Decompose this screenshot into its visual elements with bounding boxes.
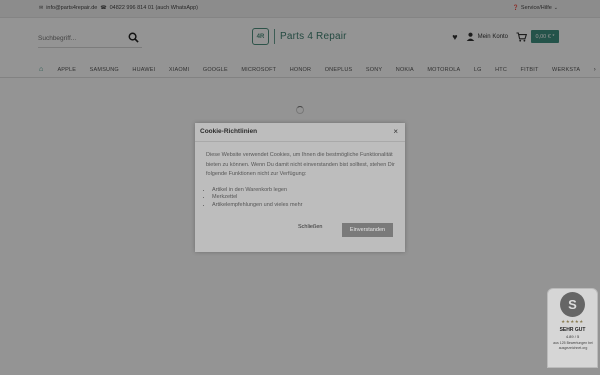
cookie-dialog-text: Diese Website verwendet Cookies, um Ihne… [206,152,395,177]
cookie-feature-item: Artikelempfehlungen und vieles mehr [212,202,396,210]
trust-badge[interactable]: S ★★★★★ SEHR GUT 4.89 / 5 aus 125 Bewert… [547,288,598,368]
trust-seal-icon: S [560,292,585,317]
cookie-feature-item: Merkzettel [212,194,396,202]
cookie-dialog-title: Cookie-Richtlinien [200,128,258,135]
cookie-feature-list: Artikel in den Warenkorb legen Merkzette… [206,187,396,210]
close-icon[interactable]: × [393,127,398,136]
cookie-dialog-body: Diese Website verwendet Cookies, um Ihne… [206,151,396,209]
cookie-accept-button[interactable]: Einverstanden [342,223,393,237]
review-count: aus 125 Bewertungen bei ausgezeichnet.or… [553,341,593,350]
rating-stars: ★★★★★ [561,319,584,324]
rating-value: 4.89 / 5 [565,334,580,339]
cookie-close-button[interactable]: Schließen [298,224,322,230]
cookie-dialog-header: Cookie-Richtlinien × [195,123,405,142]
rating-label: SEHR GUT [559,327,586,333]
cookie-feature-item: Artikel in den Warenkorb legen [212,187,396,195]
